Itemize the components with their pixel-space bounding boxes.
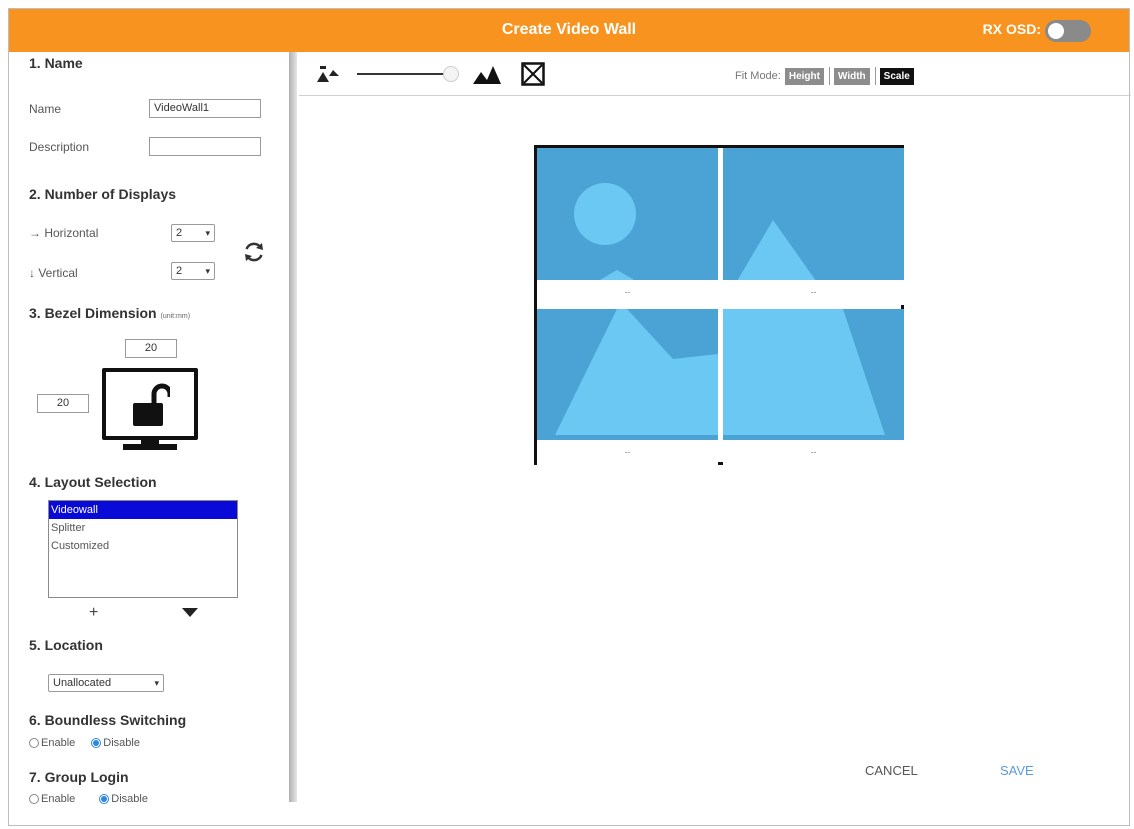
bezel-heading-text: 3. Bezel Dimension — [29, 305, 157, 321]
rx-osd-toggle[interactable] — [1045, 20, 1091, 42]
group-login-radio-group: Enable Disable — [29, 793, 148, 805]
group-enable-label: Enable — [41, 793, 76, 805]
save-button[interactable]: SAVE — [1000, 763, 1034, 778]
caret-down-icon[interactable] — [182, 608, 198, 617]
layout-option-videowall[interactable]: Videowall — [49, 501, 237, 519]
description-input[interactable] — [149, 137, 261, 156]
group-disable-label: Disable — [111, 793, 148, 805]
tile-caption: -- — [537, 440, 718, 465]
settings-sidebar: 1. Name Name VideoWall1 Description 2. N… — [9, 52, 287, 805]
layout-option-customized[interactable]: Customized — [49, 537, 237, 555]
boundless-enable-label: Enable — [41, 737, 76, 749]
zoom-out-mountain-icon[interactable] — [315, 64, 345, 84]
toggle-knob — [1048, 23, 1064, 39]
section-group-login-heading: 7. Group Login — [29, 769, 129, 785]
zoom-slider-thumb[interactable] — [443, 66, 459, 82]
fit-height-button[interactable]: Height — [784, 67, 824, 85]
refresh-icon[interactable] — [241, 239, 267, 265]
location-value: Unallocated — [53, 677, 112, 689]
group-enable-radio[interactable] — [29, 794, 39, 804]
fit-mode-group: Fit Mode: Height Width Scale — [735, 67, 914, 85]
section-location-heading: 5. Location — [29, 637, 103, 653]
fit-width-button[interactable]: Width — [833, 67, 870, 85]
horizontal-value: 2 — [176, 227, 183, 239]
section-boundless-heading: 6. Boundless Switching — [29, 712, 187, 728]
tile-caption: -- — [537, 280, 718, 305]
display-tile-1[interactable]: -- — [537, 148, 718, 305]
boundless-enable-radio[interactable] — [29, 738, 39, 748]
video-wall-preview[interactable]: -- -- -- -- — [534, 145, 904, 465]
section-displays-heading: 2. Number of Displays — [29, 186, 177, 202]
bezel-unit: (unit:mm) — [160, 313, 191, 320]
bezel-horizontal-divider — [537, 305, 901, 309]
horizontal-select[interactable]: 2 ▾ — [171, 224, 215, 242]
fit-mode-label: Fit Mode: — [735, 70, 781, 82]
bezel-left-input[interactable]: 20 — [37, 394, 89, 413]
group-disable-radio[interactable] — [99, 794, 110, 804]
vertical-value: 2 — [176, 265, 183, 277]
rx-osd-label: RX OSD: — [982, 21, 1041, 37]
monitor-stand-icon — [123, 440, 177, 450]
zoom-in-mountain-icon[interactable] — [471, 62, 503, 86]
vertical-select[interactable]: 2 ▾ — [171, 262, 215, 280]
boundless-radio-group: Enable Disable — [29, 737, 140, 749]
canvas-toolbar: Fit Mode: Height Width Scale — [299, 52, 1131, 96]
tile-caption: -- — [723, 280, 904, 305]
description-label: Description — [29, 140, 90, 154]
layout-listbox[interactable]: Videowall Splitter Customized — [48, 500, 238, 598]
section-layout-heading: 4. Layout Selection — [29, 474, 157, 490]
location-select[interactable]: Unallocated ▾ — [48, 674, 164, 692]
cancel-button[interactable]: CANCEL — [865, 763, 918, 778]
create-video-wall-dialog: Create Video Wall RX OSD: 1. Name Name V… — [8, 8, 1131, 826]
boundless-disable-radio[interactable] — [91, 738, 102, 748]
vertical-label: ↓ Vertical — [29, 266, 78, 280]
display-tile-3[interactable]: -- — [537, 309, 718, 465]
chevron-down-icon: ▾ — [154, 677, 159, 688]
display-tile-2[interactable]: -- — [723, 148, 904, 305]
add-layout-button[interactable]: + — [89, 604, 98, 622]
layout-option-splitter[interactable]: Splitter — [49, 519, 237, 537]
section-name-heading: 1. Name — [29, 55, 83, 71]
title-bar: Create Video Wall RX OSD: — [9, 9, 1129, 52]
fit-scale-button[interactable]: Scale — [879, 67, 914, 85]
display-tile-4[interactable]: -- — [723, 309, 904, 465]
dialog-title: Create Video Wall — [501, 21, 637, 38]
chevron-down-icon: ▾ — [205, 265, 210, 276]
tile-caption: -- — [723, 440, 904, 465]
name-input[interactable]: VideoWall1 — [149, 99, 261, 118]
horizontal-label: → Horizontal — [29, 226, 99, 240]
name-label: Name — [29, 102, 62, 116]
unlock-icon[interactable] — [130, 383, 170, 427]
fit-screen-icon[interactable] — [521, 62, 545, 86]
sidebar-divider[interactable] — [289, 52, 297, 802]
bezel-top-input[interactable]: 20 — [125, 339, 177, 358]
chevron-down-icon: ▾ — [205, 227, 210, 238]
boundless-disable-label: Disable — [103, 737, 140, 749]
section-bezel-heading: 3. Bezel Dimension (unit:mm) — [29, 305, 190, 321]
zoom-slider-track[interactable] — [357, 73, 445, 75]
